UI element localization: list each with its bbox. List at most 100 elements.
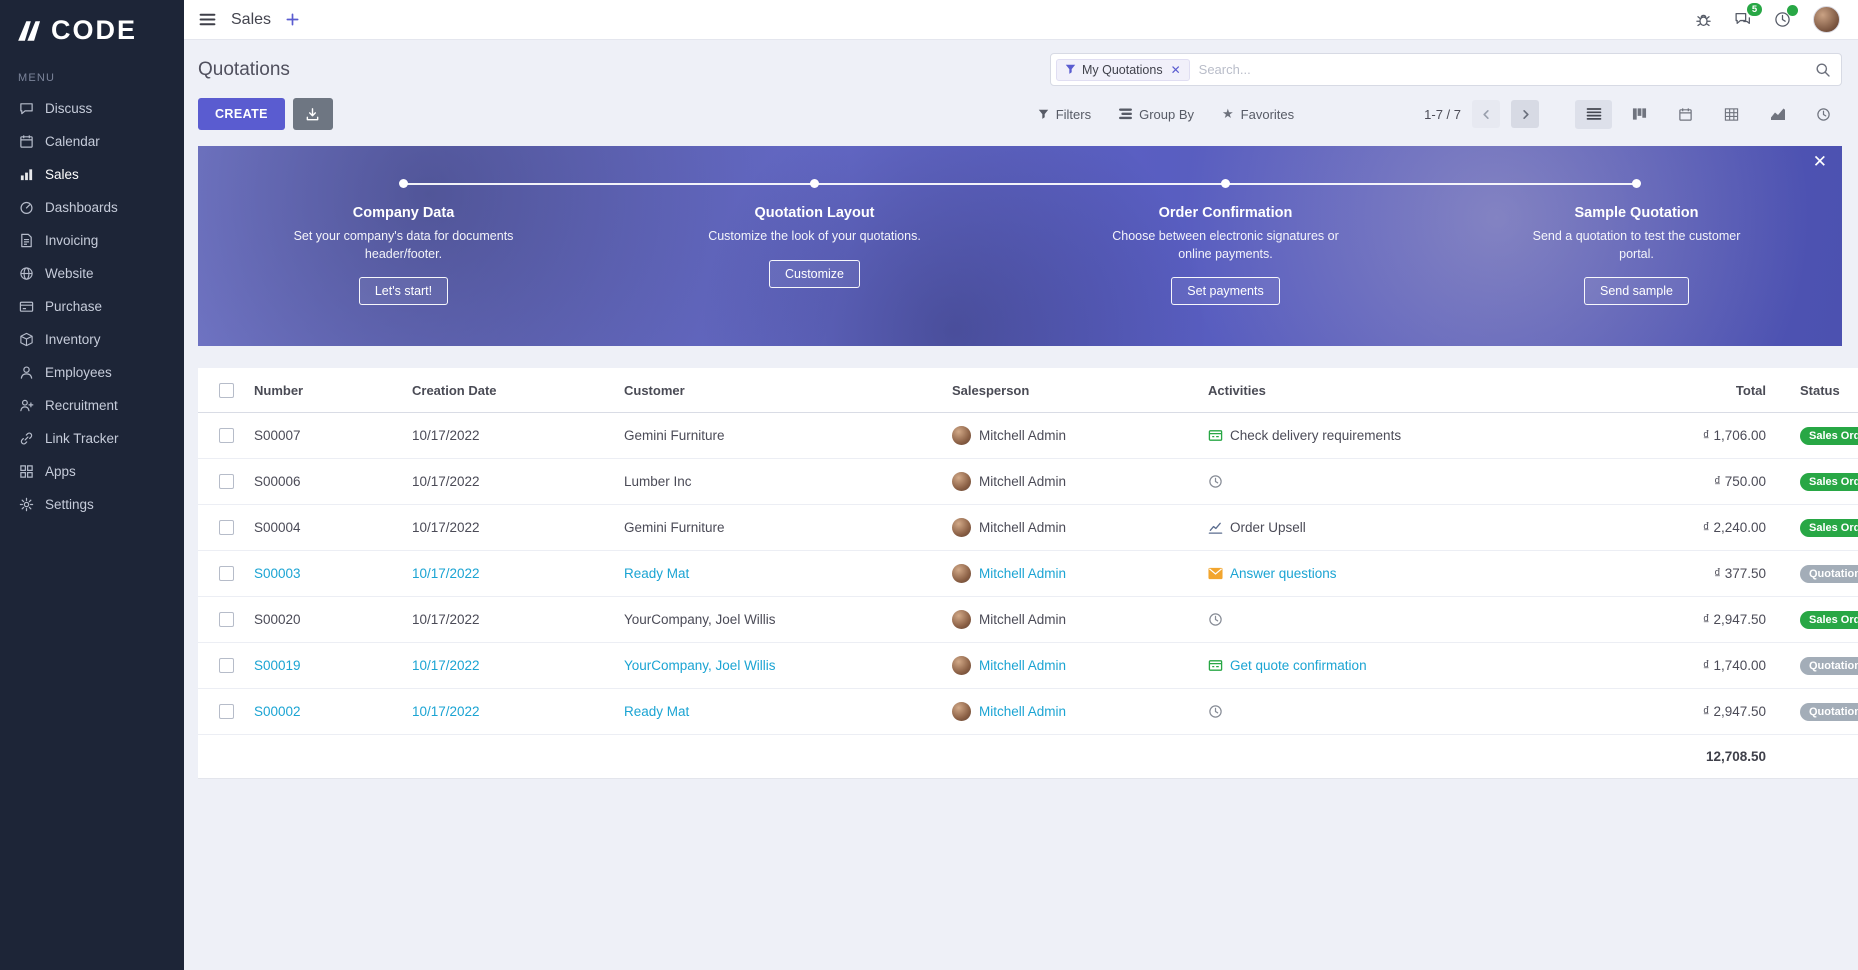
- search-input[interactable]: [1199, 62, 1806, 77]
- graph-view-button[interactable]: [1759, 100, 1796, 129]
- sidebar: CODE MENU Discuss Calendar Sales Dashboa…: [0, 0, 184, 970]
- sidebar-item-apps[interactable]: Apps: [0, 455, 184, 488]
- debug-icon[interactable]: [1695, 11, 1712, 28]
- pager-next-button[interactable]: [1511, 100, 1539, 128]
- activity-cell[interactable]: Answer questions: [1208, 566, 1644, 581]
- new-tab-plus-icon[interactable]: [285, 12, 300, 27]
- column-header-customer[interactable]: Customer: [624, 383, 952, 398]
- sidebar-item-label: Website: [45, 266, 94, 281]
- quotation-number: S00006: [254, 474, 412, 489]
- activity-cell[interactable]: [1208, 612, 1644, 627]
- sidebar-item-inventory[interactable]: Inventory: [0, 323, 184, 356]
- step-dot: [399, 179, 408, 188]
- create-button[interactable]: CREATE: [198, 98, 285, 130]
- search-icon[interactable]: [1815, 62, 1831, 78]
- activities-clock-icon[interactable]: [1774, 11, 1791, 28]
- column-header-creation-date[interactable]: Creation Date: [412, 383, 624, 398]
- sidebar-item-link-tracker[interactable]: Link Tracker: [0, 422, 184, 455]
- quotation-number: S00020: [254, 612, 412, 627]
- messages-icon[interactable]: 5: [1734, 11, 1752, 28]
- customer-name: Gemini Furniture: [624, 520, 952, 535]
- activity-email-icon: [1208, 567, 1223, 580]
- table-row[interactable]: S00002 10/17/2022 Ready Mat Mitchell Adm…: [198, 689, 1858, 735]
- sidebar-item-calendar[interactable]: Calendar: [0, 125, 184, 158]
- onboarding-step-sample-quotation: Sample Quotation Send a quotation to tes…: [1431, 177, 1842, 346]
- column-header-activities[interactable]: Activities: [1208, 383, 1644, 398]
- total-amount: ₫ 2,947.50: [1644, 704, 1774, 719]
- row-checkbox[interactable]: [219, 658, 234, 673]
- step-title: Quotation Layout: [635, 205, 994, 221]
- list-view-button[interactable]: [1575, 100, 1612, 129]
- sidebar-item-discuss[interactable]: Discuss: [0, 92, 184, 125]
- messages-badge: 5: [1747, 3, 1762, 16]
- row-checkbox[interactable]: [219, 474, 234, 489]
- activity-cell[interactable]: [1208, 704, 1644, 719]
- row-checkbox[interactable]: [219, 704, 234, 719]
- onboarding-step-company-data: Company Data Set your company's data for…: [198, 177, 609, 346]
- row-checkbox[interactable]: [219, 520, 234, 535]
- pivot-view-button[interactable]: [1713, 100, 1750, 129]
- favorites-button[interactable]: ★ Favorites: [1222, 106, 1294, 122]
- activity-cell[interactable]: [1208, 474, 1644, 489]
- column-header-number[interactable]: Number: [254, 383, 412, 398]
- sidebar-item-purchase[interactable]: Purchase: [0, 290, 184, 323]
- activity-clock-icon: [1208, 704, 1223, 719]
- column-header-salesperson[interactable]: Salesperson: [952, 383, 1208, 398]
- search-facet-my-quotations[interactable]: My Quotations ✕: [1056, 59, 1190, 81]
- column-header-total[interactable]: Total: [1644, 383, 1774, 398]
- row-checkbox[interactable]: [219, 566, 234, 581]
- sidebar-item-website[interactable]: Website: [0, 257, 184, 290]
- quotation-number: S00003: [254, 566, 412, 581]
- hamburger-menu-icon[interactable]: [198, 10, 217, 29]
- activity-label: Answer questions: [1230, 566, 1337, 581]
- sidebar-item-recruitment[interactable]: Recruitment: [0, 389, 184, 422]
- sidebar-item-dashboards[interactable]: Dashboards: [0, 191, 184, 224]
- table-row[interactable]: S00004 10/17/2022 Gemini Furniture Mitch…: [198, 505, 1858, 551]
- filters-button[interactable]: Filters: [1038, 107, 1091, 122]
- activity-cell[interactable]: Order Upsell: [1208, 520, 1644, 535]
- sidebar-item-invoicing[interactable]: Invoicing: [0, 224, 184, 257]
- chevron-left-icon: [1481, 109, 1492, 120]
- status-cell: Sales Order: [1774, 611, 1858, 629]
- activity-view-button[interactable]: [1805, 100, 1842, 129]
- sidebar-item-label: Dashboards: [45, 200, 118, 215]
- export-button[interactable]: [293, 98, 333, 130]
- row-select-cell: [198, 474, 254, 489]
- search-bar[interactable]: My Quotations ✕: [1050, 53, 1842, 86]
- activity-cell[interactable]: Get quote confirmation: [1208, 658, 1644, 673]
- column-header-status[interactable]: Status: [1774, 383, 1858, 398]
- onboarding-banner: ✕ Company Data Set your company's data f…: [198, 146, 1842, 346]
- send-sample-button[interactable]: Send sample: [1584, 277, 1689, 305]
- sidebar-item-sales[interactable]: Sales: [0, 158, 184, 191]
- customize-button[interactable]: Customize: [769, 260, 860, 288]
- sidebar-item-settings[interactable]: Settings: [0, 488, 184, 521]
- creation-date: 10/17/2022: [412, 566, 624, 581]
- select-all-checkbox[interactable]: [219, 383, 234, 398]
- sidebar-item-label: Recruitment: [45, 398, 118, 413]
- salesperson-cell: Mitchell Admin: [952, 472, 1208, 491]
- creation-date: 10/17/2022: [412, 474, 624, 489]
- app-logo[interactable]: CODE: [0, 0, 184, 60]
- set-payments-button[interactable]: Set payments: [1171, 277, 1279, 305]
- lets-start-button[interactable]: Let's start!: [359, 277, 448, 305]
- table-row[interactable]: S00019 10/17/2022 YourCompany, Joel Will…: [198, 643, 1858, 689]
- pager-previous-button[interactable]: [1472, 100, 1500, 128]
- row-checkbox[interactable]: [219, 428, 234, 443]
- table-row[interactable]: S00006 10/17/2022 Lumber Inc Mitchell Ad…: [198, 459, 1858, 505]
- table-row[interactable]: S00007 10/17/2022 Gemini Furniture Mitch…: [198, 413, 1858, 459]
- user-avatar[interactable]: [1813, 6, 1840, 33]
- facet-remove-icon[interactable]: ✕: [1171, 64, 1181, 76]
- footer-total: 12,708.50: [1644, 749, 1774, 764]
- row-checkbox[interactable]: [219, 612, 234, 627]
- control-panel-actions: CREATE Filters Group By ★ Favorites: [184, 90, 1858, 142]
- calendar-view-button[interactable]: [1667, 100, 1704, 129]
- table-row[interactable]: S00003 10/17/2022 Ready Mat Mitchell Adm…: [198, 551, 1858, 597]
- quotations-table: Number Creation Date Customer Salesperso…: [198, 368, 1858, 779]
- kanban-view-button[interactable]: [1621, 100, 1658, 129]
- app-menu-title[interactable]: Sales: [231, 11, 271, 29]
- sidebar-item-employees[interactable]: Employees: [0, 356, 184, 389]
- group-by-button[interactable]: Group By: [1119, 107, 1194, 122]
- total-amount: ₫ 377.50: [1644, 566, 1774, 581]
- table-row[interactable]: S00020 10/17/2022 YourCompany, Joel Will…: [198, 597, 1858, 643]
- activity-cell[interactable]: Check delivery requirements: [1208, 428, 1644, 443]
